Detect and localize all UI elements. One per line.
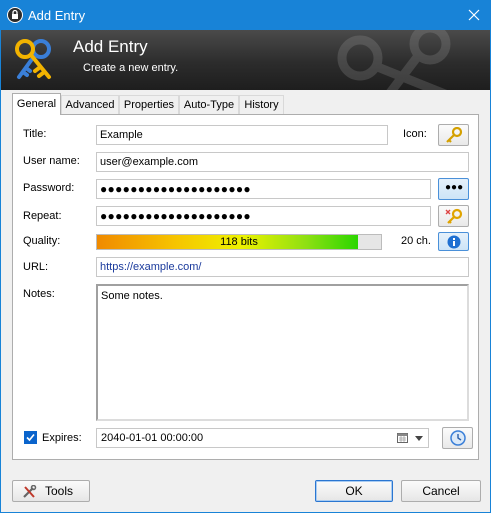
expires-label: Expires: <box>42 432 82 444</box>
username-field[interactable]: user@example.com <box>96 152 469 172</box>
expiry-date-value: 2040-01-01 00:00:00 <box>101 432 204 444</box>
notes-field[interactable]: Some notes. <box>96 284 469 421</box>
tab-advanced[interactable]: Advanced <box>61 95 119 114</box>
tab-general[interactable]: General <box>12 93 61 115</box>
icon-label: Icon: <box>403 128 427 140</box>
password-label: Password: <box>23 182 75 194</box>
password-field[interactable]: ●●●●●●●●●●●●●●●●●●●● <box>96 179 431 199</box>
url-field[interactable]: https://example.com/ <box>96 257 469 277</box>
add-entry-window: Add Entry Add Entry Create a new entry. … <box>0 0 491 513</box>
title-field[interactable]: Example <box>96 125 388 145</box>
toggle-password-visibility-button[interactable]: ●●● <box>438 178 469 200</box>
ok-button[interactable]: OK <box>315 480 393 502</box>
close-button[interactable] <box>458 1 490 30</box>
password-generator-icon <box>445 208 463 224</box>
url-label: URL: <box>23 261 49 273</box>
banner-subtitle: Create a new entry. <box>83 62 179 74</box>
repeat-password-field[interactable]: ●●●●●●●●●●●●●●●●●●●● <box>96 206 431 226</box>
icon-picker-button[interactable] <box>438 124 469 146</box>
quality-label: Quality: <box>23 235 61 247</box>
keys-icon <box>15 39 51 79</box>
title-label: Title: <box>23 128 47 140</box>
expiry-date-picker[interactable]: 2040-01-01 00:00:00 <box>96 428 429 448</box>
title-bar: Add Entry <box>1 1 490 30</box>
character-count: 20 ch. <box>401 235 431 247</box>
calendar-icon[interactable] <box>397 433 408 443</box>
password-generator-button[interactable] <box>438 205 469 227</box>
expiry-presets-button[interactable] <box>442 427 473 449</box>
header-banner: Add Entry Create a new entry. <box>1 30 490 90</box>
general-tab-panel: Title: Example Icon: User name: user@exa… <box>12 114 479 460</box>
key-icon <box>446 127 463 143</box>
tab-properties[interactable]: Properties <box>119 95 179 114</box>
quality-bits-text: 118 bits <box>220 236 258 248</box>
tab-history[interactable]: History <box>239 95 284 114</box>
tools-button[interactable]: Tools <box>12 480 90 502</box>
dots-icon: ●●● <box>445 182 464 193</box>
repeat-label: Repeat: <box>23 210 62 222</box>
quality-bar: 118 bits <box>96 234 382 250</box>
checkmark-icon <box>26 433 35 442</box>
username-label: User name: <box>23 155 80 167</box>
chevron-down-icon[interactable] <box>415 436 423 441</box>
info-icon <box>447 235 461 249</box>
tab-auto-type[interactable]: Auto-Type <box>179 95 239 114</box>
close-icon <box>468 9 480 21</box>
cancel-button[interactable]: Cancel <box>401 480 481 502</box>
notes-label: Notes: <box>23 288 55 300</box>
app-lock-icon <box>7 7 23 23</box>
window-title: Add Entry <box>28 8 86 23</box>
expires-checkbox[interactable] <box>24 431 37 444</box>
keys-watermark-icon <box>337 30 451 90</box>
tools-icon <box>23 485 37 498</box>
clock-icon <box>450 430 466 446</box>
quality-info-button[interactable] <box>438 232 469 251</box>
banner-title: Add Entry <box>73 37 148 56</box>
